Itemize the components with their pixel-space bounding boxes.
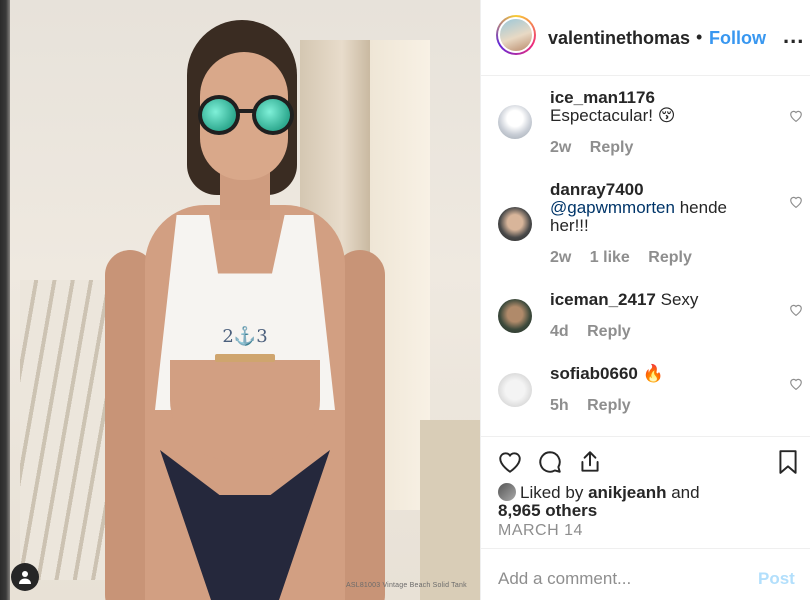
comment-item: sofiab0660 🔥 5h Reply: [481, 363, 810, 427]
likes-count[interactable]: 8,965 others: [498, 501, 597, 520]
comment-username[interactable]: ice_man1176: [550, 88, 655, 107]
comment-time[interactable]: 5h: [550, 397, 569, 414]
swimsuit-logo: 2⚓3: [222, 326, 268, 347]
comment-avatar[interactable]: [498, 207, 532, 241]
bookmark-icon[interactable]: [775, 449, 801, 475]
liker-username[interactable]: anikjeanh: [588, 483, 666, 502]
follow-button[interactable]: Follow: [709, 28, 766, 49]
swimsuit-logo-band: [215, 354, 275, 362]
comment-avatar[interactable]: [498, 105, 532, 139]
comment-body: ice_man1176 Espectacular! 😚: [550, 89, 770, 125]
photo-sand: [420, 420, 480, 600]
comment-text: Sexy: [660, 290, 699, 309]
reply-button[interactable]: Reply: [587, 397, 631, 414]
sunglasses: [198, 95, 294, 135]
post-header: valentinethomas • Follow ...: [481, 0, 810, 76]
heart-icon[interactable]: [497, 449, 523, 475]
comment-body: sofiab0660 🔥: [550, 365, 770, 383]
comment-like-icon[interactable]: [789, 195, 803, 208]
comment-like-icon[interactable]: [789, 303, 803, 316]
comment-body: iceman_2417 Sexy: [550, 291, 770, 309]
author-username[interactable]: valentinethomas: [548, 28, 696, 49]
comment-mention[interactable]: @gapwmmorten: [550, 198, 675, 217]
header-separator: •: [696, 27, 703, 47]
comment-input[interactable]: Add a comment...: [498, 569, 631, 589]
comment-text: 🔥: [642, 364, 664, 383]
comment-username[interactable]: sofiab0660: [550, 364, 638, 383]
sunglasses-lens: [252, 95, 294, 135]
comment-item: ice_man1176 Espectacular! 😚 2w Reply: [481, 87, 810, 167]
comment-time[interactable]: 2w: [550, 139, 571, 156]
photo-caption: ASL81003 Vintage Beach Solid Tank: [346, 582, 467, 589]
post-sidebar: valentinethomas • Follow ... ice_man1176…: [480, 0, 810, 600]
comment-meta: 4d Reply: [550, 323, 645, 341]
comment-avatar[interactable]: [498, 299, 532, 333]
comment-like-icon[interactable]: [789, 109, 803, 122]
comment-text: Espectacular! 😚: [550, 106, 676, 125]
reply-button[interactable]: Reply: [590, 139, 634, 156]
comment-meta: 5h Reply: [550, 397, 645, 415]
comment-body: danray7400 @gapwmmorten hende her!!!: [550, 181, 770, 235]
post-actions: Liked by anikjeanh and 8,965 others MARC…: [481, 436, 810, 546]
share-icon[interactable]: [577, 449, 603, 475]
likes-summary[interactable]: Liked by anikjeanh and 8,965 others: [498, 483, 748, 520]
comment-time[interactable]: 4d: [550, 323, 569, 340]
post-button[interactable]: Post: [758, 569, 795, 589]
comments-list[interactable]: ice_man1176 Espectacular! 😚 2w Reply dan…: [481, 77, 810, 434]
sunglasses-lens: [198, 95, 240, 135]
post-date[interactable]: MARCH 14: [498, 522, 583, 540]
author-avatar-image: [498, 17, 534, 53]
more-icon[interactable]: ...: [783, 25, 804, 47]
post-photo[interactable]: 2⚓3 ASL81003 Vintage Beach Solid Tank: [0, 0, 480, 600]
comment-username[interactable]: danray7400: [550, 180, 644, 199]
comment-username[interactable]: iceman_2417: [550, 290, 656, 309]
comment-item: danray7400 @gapwmmorten hende her!!! 2w …: [481, 179, 810, 279]
liker-avatar: [498, 483, 516, 501]
user-tag-icon[interactable]: [11, 563, 39, 591]
likes-and: and: [671, 483, 700, 502]
comment-meta: 2w 1 like Reply: [550, 249, 706, 267]
comment-icon[interactable]: [537, 449, 563, 475]
user-icon: [19, 571, 31, 584]
comment-time[interactable]: 2w: [550, 249, 571, 266]
likes-prefix: Liked by: [520, 483, 584, 502]
comment-likes[interactable]: 1 like: [590, 249, 630, 266]
reply-button[interactable]: Reply: [587, 323, 631, 340]
comment-item: iceman_2417 Sexy 4d Reply: [481, 289, 810, 353]
comment-like-icon[interactable]: [789, 377, 803, 390]
author-avatar[interactable]: [496, 15, 536, 55]
reply-button[interactable]: Reply: [648, 249, 692, 266]
comment-composer: Add a comment... Post: [481, 548, 810, 600]
photo-model: 2⚓3: [95, 20, 385, 600]
comment-avatar[interactable]: [498, 373, 532, 407]
swimsuit-cutout: [170, 360, 320, 460]
comment-meta: 2w Reply: [550, 139, 647, 157]
